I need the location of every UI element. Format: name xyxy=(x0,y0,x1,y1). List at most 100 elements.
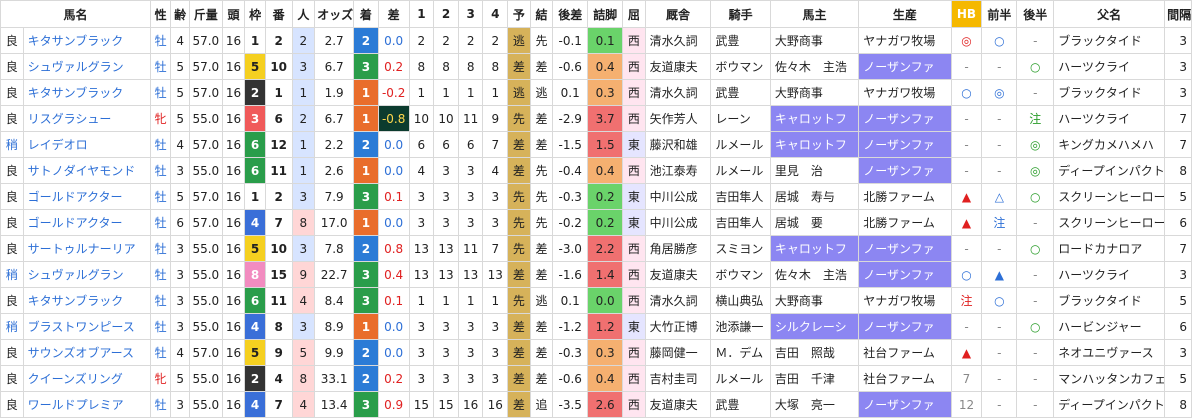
col-header-weight[interactable]: 斤量 xyxy=(188,0,223,28)
margin: 0.0 xyxy=(377,27,410,54)
waku: 6 xyxy=(244,157,266,184)
horse-name[interactable]: ゴールドアクター xyxy=(22,209,151,236)
waku: 5 xyxy=(244,235,266,262)
col-header-kutsu[interactable]: 屈 xyxy=(622,0,646,28)
table-row: 良ゴールドアクター牡 5 57.0 16 1 2 3 7.9 3 0.1 3 3 3 3 先先 -0.3 0.2… xyxy=(0,183,1192,210)
result-style: 差 xyxy=(529,105,554,132)
breeder: ヤナガワ牧場 xyxy=(858,287,952,314)
corner-3: 2 xyxy=(457,27,484,54)
chaku: 1 xyxy=(353,209,379,236)
odds: 9.9 xyxy=(314,339,355,366)
ban: 9 xyxy=(264,339,293,366)
corner-4: 7 xyxy=(482,131,509,158)
col-header-tsume[interactable]: 詰脚 xyxy=(587,0,624,28)
popularity: 3 xyxy=(291,235,316,262)
chaku: 2 xyxy=(353,131,379,158)
waku: 2 xyxy=(244,79,266,106)
owner: 居城 要 xyxy=(769,209,860,236)
second-half-mark: - xyxy=(1016,287,1055,314)
col-header-seisan[interactable]: 生産 xyxy=(858,0,952,28)
late-diff: -0.3 xyxy=(552,339,589,366)
result-style: 差 xyxy=(529,131,554,158)
horse-name[interactable]: キタサンブラック xyxy=(22,27,151,54)
col-header-pop[interactable]: 人 xyxy=(291,0,316,28)
corner-1: 3 xyxy=(408,313,435,340)
stable-region: 西 xyxy=(622,365,646,392)
col-header-hb[interactable]: HB xyxy=(950,0,983,28)
col-header-c1[interactable]: 1 xyxy=(408,0,435,28)
col-header-c4[interactable]: 4 xyxy=(482,0,509,28)
popularity: 3 xyxy=(291,183,316,210)
hb-mark: ○ xyxy=(950,261,983,288)
col-header-kyusha[interactable]: 厩舎 xyxy=(644,0,712,28)
late-diff: -0.1 xyxy=(552,27,589,54)
col-header-kishu[interactable]: 騎手 xyxy=(710,0,771,28)
horse-name[interactable]: キタサンブラック xyxy=(22,287,151,314)
horse-name[interactable]: クイーンズリング xyxy=(22,365,151,392)
late-diff: -1.5 xyxy=(552,131,589,158)
horse-name[interactable]: サトノダイヤモンド xyxy=(22,157,151,184)
popularity: 1 xyxy=(291,79,316,106)
sex: 牝 xyxy=(149,365,172,392)
horse-name[interactable]: サートゥルナーリア xyxy=(22,235,151,262)
col-header-kosa[interactable]: 後差 xyxy=(552,0,589,28)
col-header-heads[interactable]: 頭 xyxy=(221,0,246,28)
col-header-zenhan[interactable]: 前半 xyxy=(981,0,1018,28)
col-header-ke[interactable]: 結 xyxy=(529,0,554,28)
corner-3: 3 xyxy=(457,313,484,340)
jockey: 吉田隼人 xyxy=(710,183,771,210)
late-diff: -1.2 xyxy=(552,313,589,340)
col-header-sex[interactable]: 性 xyxy=(149,0,172,28)
col-header-yo[interactable]: 予 xyxy=(507,0,531,28)
horse-name[interactable]: キタサンブラック xyxy=(22,79,151,106)
late-diff: -0.3 xyxy=(552,183,589,210)
first-half-mark: - xyxy=(981,339,1018,366)
col-header-c3[interactable]: 3 xyxy=(457,0,484,28)
horse-name[interactable]: レイデオロ xyxy=(22,131,151,158)
ban: 11 xyxy=(264,157,293,184)
col-header-age[interactable]: 齢 xyxy=(170,0,190,28)
corner-1: 3 xyxy=(408,339,435,366)
col-header-odds[interactable]: オッズ xyxy=(314,0,355,28)
corner-1: 1 xyxy=(408,287,435,314)
sire: ブラックタイド xyxy=(1053,79,1166,106)
horse-name[interactable]: リスグラシュー xyxy=(22,105,151,132)
col-header-waku[interactable]: 枠 xyxy=(244,0,266,28)
interval: 6 xyxy=(1164,313,1192,340)
odds: 17.0 xyxy=(314,209,355,236)
col-header-horse[interactable]: 馬名 xyxy=(0,0,151,28)
odds: 22.7 xyxy=(314,261,355,288)
popularity: 9 xyxy=(291,261,316,288)
col-header-kankaku[interactable]: 間隔 xyxy=(1164,0,1192,28)
col-header-kohan[interactable]: 後半 xyxy=(1016,0,1055,28)
corner-4: 3 xyxy=(482,183,509,210)
first-half-mark: ◎ xyxy=(981,79,1018,106)
age: 5 xyxy=(170,365,190,392)
stable-region: 西 xyxy=(622,261,646,288)
breeder: 社台ファーム xyxy=(858,339,952,366)
col-header-sa[interactable]: 差 xyxy=(377,0,410,28)
col-header-banushi[interactable]: 馬主 xyxy=(769,0,860,28)
margin: -0.2 xyxy=(377,79,410,106)
col-header-ban[interactable]: 番 xyxy=(264,0,293,28)
col-header-chichi[interactable]: 父名 xyxy=(1053,0,1166,28)
corner-1: 2 xyxy=(408,27,435,54)
odds: 7.9 xyxy=(314,183,355,210)
first-half-mark: △ xyxy=(981,183,1018,210)
late-diff: -0.2 xyxy=(552,209,589,236)
jockey: 吉田隼人 xyxy=(710,209,771,236)
horse-name[interactable]: サウンズオブアース xyxy=(22,339,151,366)
horse-name[interactable]: シュヴァルグラン xyxy=(22,261,151,288)
heads: 16 xyxy=(221,261,246,288)
sire: ハービンジャー xyxy=(1053,313,1166,340)
horse-name[interactable]: ゴールドアクター xyxy=(22,183,151,210)
horse-name[interactable]: ブラストワンピース xyxy=(22,313,151,340)
col-header-chaku[interactable]: 着 xyxy=(353,0,379,28)
col-header-c2[interactable]: 2 xyxy=(433,0,459,28)
second-half-mark: - xyxy=(1016,339,1055,366)
owner: 大野商事 xyxy=(769,27,860,54)
horse-name[interactable]: シュヴァルグラン xyxy=(22,53,151,80)
sex: 牡 xyxy=(149,209,172,236)
hb-mark: ◎ xyxy=(950,27,983,54)
owner: 佐々木 主浩 xyxy=(769,53,860,80)
